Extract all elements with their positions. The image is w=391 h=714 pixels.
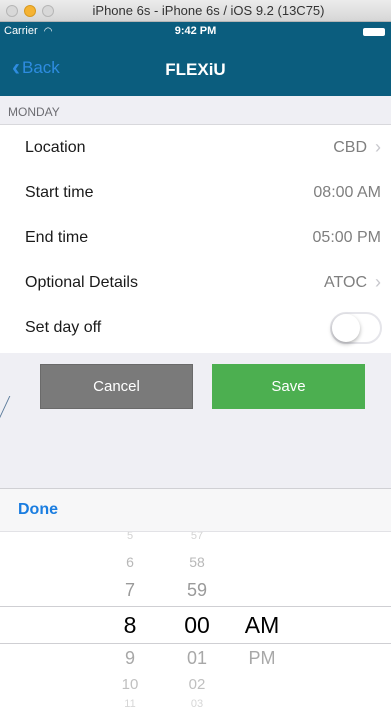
hour-option: 9: [124, 648, 135, 668]
hour-option: 6: [126, 554, 134, 570]
optional-details-label: Optional Details: [25, 273, 138, 291]
end-time-label: End time: [25, 228, 89, 246]
location-label: Location: [25, 138, 86, 156]
minimize-window-button[interactable]: [24, 5, 36, 17]
location-value: CBD: [333, 138, 367, 156]
minute-option: 02: [188, 676, 206, 693]
hour-option: 7: [124, 580, 135, 600]
minute-option: 03: [190, 698, 204, 710]
simulator-title-bar: iPhone 6s - iPhone 6s / iOS 9.2 (13C75): [0, 0, 391, 22]
optional-details-value: ATOC: [324, 273, 367, 291]
navigation-bar: ‹ Back FLEXiU: [0, 42, 391, 96]
section-header: MONDAY: [0, 96, 391, 125]
location-row[interactable]: Location CBD ›: [0, 125, 391, 170]
minute-option: 58: [189, 554, 205, 570]
ampm-option: PM: [248, 648, 276, 668]
cancel-button[interactable]: Cancel: [40, 364, 193, 409]
day-off-row: Set day off: [0, 305, 391, 350]
done-button[interactable]: Done: [18, 501, 58, 519]
start-time-row[interactable]: Start time 08:00 AM: [0, 170, 391, 215]
minute-option: 57: [190, 532, 204, 542]
minute-option: 01: [186, 648, 208, 668]
optional-details-row[interactable]: Optional Details ATOC ›: [0, 260, 391, 305]
ampm-selected: AM: [244, 612, 280, 638]
window-controls: [6, 5, 54, 17]
picker-toolbar: Done: [0, 488, 391, 532]
minute-option: 59: [186, 580, 208, 600]
page-title: FLEXiU: [165, 60, 226, 79]
hour-option: 5: [126, 532, 134, 542]
schedule-form: Location CBD › Start time 08:00 AM End t…: [0, 125, 391, 350]
battery-icon: [363, 28, 385, 36]
chevron-right-icon: ›: [375, 137, 381, 157]
picker-selection-bottom-line: [0, 643, 391, 644]
day-off-toggle[interactable]: [330, 311, 382, 344]
start-time-value: 08:00 AM: [313, 183, 381, 201]
status-bar: Carrier ◠ 9:42 PM: [0, 22, 391, 42]
action-area: Cancel Save: [0, 353, 391, 488]
save-button[interactable]: Save: [212, 364, 365, 409]
minute-selected: 00: [184, 612, 210, 638]
chevron-right-icon: ›: [375, 272, 381, 292]
day-off-label: Set day off: [25, 318, 102, 336]
end-time-value: 05:00 PM: [312, 228, 381, 246]
close-window-button[interactable]: [6, 5, 18, 17]
simulator-title: iPhone 6s - iPhone 6s / iOS 9.2 (13C75): [92, 3, 325, 18]
time-picker[interactable]: 5 6 7 8 9 10 11 57 58 59 00 01 02 03 AM …: [0, 532, 391, 714]
start-time-label: Start time: [25, 183, 94, 201]
hour-selected: 8: [123, 612, 137, 638]
picker-selection-top-line: [0, 606, 391, 607]
zoom-window-button[interactable]: [42, 5, 54, 17]
status-time: 9:42 PM: [174, 25, 217, 37]
toggle-knob: [332, 313, 360, 342]
hour-option: 11: [124, 698, 136, 710]
end-time-row[interactable]: End time 05:00 PM: [0, 215, 391, 260]
hour-option: 10: [121, 676, 139, 693]
